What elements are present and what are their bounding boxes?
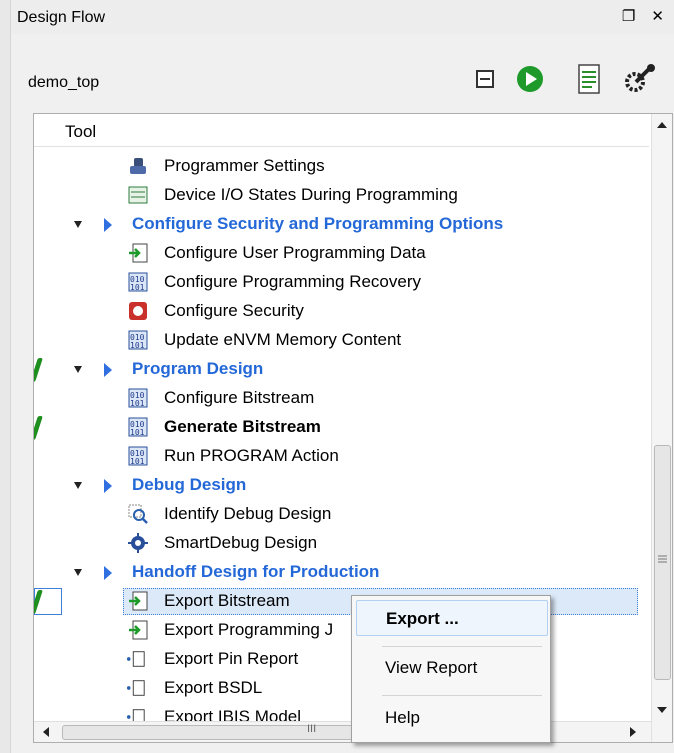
bitstream-icon: 010101	[128, 272, 148, 292]
tree-row[interactable]: Configure User Programming Data	[34, 239, 649, 268]
tree-row[interactable]: Export Programming J	[34, 616, 649, 645]
svg-text:101: 101	[130, 428, 145, 437]
horizontal-scrollbar[interactable]: III	[34, 721, 651, 742]
svg-text:101: 101	[130, 457, 145, 466]
grip-icon: III	[307, 723, 317, 735]
status-ok-icon	[34, 358, 43, 382]
smartdebug-icon	[128, 533, 148, 553]
collapse-arrow-icon[interactable]	[74, 569, 82, 576]
collapse-arrow-icon[interactable]	[74, 221, 82, 228]
menu-item-view-report[interactable]: View Report	[356, 650, 546, 684]
user-data-icon	[129, 243, 148, 263]
scroll-left-icon[interactable]	[41, 726, 51, 738]
tree-row[interactable]: SmartDebug Design	[34, 529, 649, 558]
tool-column-header[interactable]: Tool	[65, 122, 96, 142]
bitstream-icon: 010101	[128, 330, 148, 350]
collapse-arrow-icon[interactable]	[74, 366, 82, 373]
tree-section-row[interactable]: Configure Security and Programming Optio…	[34, 210, 649, 239]
file-icon	[126, 651, 145, 667]
tree-row-label: Generate Bitstream	[164, 417, 321, 436]
report-icon[interactable]	[572, 62, 606, 96]
tree-section-row[interactable]: Handoff Design for Production	[34, 558, 649, 587]
run-icon[interactable]	[513, 62, 547, 96]
tree-section-label: Program Design	[132, 359, 264, 378]
tree-row-label: Export Programming J	[164, 620, 334, 639]
horizontal-scroll-thumb[interactable]: III	[62, 723, 368, 740]
export-icon	[129, 620, 148, 640]
tree-row-label: Identify Debug Design	[164, 504, 332, 523]
bitstream-icon: 010101	[128, 388, 148, 408]
tree-row[interactable]: 010 101 Run PROGRAM Action	[34, 442, 649, 471]
menu-item-help[interactable]: Help	[356, 700, 546, 734]
svg-text:101: 101	[130, 283, 145, 292]
tree-row-selected[interactable]: Export Bitstream	[34, 587, 649, 616]
tree-row[interactable]: Export BSDL	[34, 674, 649, 703]
scroll-right-icon[interactable]	[628, 726, 638, 738]
tree-row-label: Run PROGRAM Action	[164, 446, 339, 465]
vertical-scroll-thumb[interactable]	[654, 445, 671, 680]
tree-row[interactable]: 010 101 Update eNVM Memory Content	[34, 326, 649, 355]
menu-item-label: Help	[385, 708, 420, 727]
project-name: demo_top	[28, 74, 100, 91]
scroll-up-icon[interactable]	[656, 120, 668, 130]
security-icon	[129, 302, 147, 320]
tree-row[interactable]: 010 101 Configure Bitstream	[34, 384, 649, 413]
bitstream-icon: 010101	[128, 417, 148, 437]
tree-row-label: SmartDebug Design	[164, 533, 318, 552]
tree-row-label: Configure Bitstream	[164, 388, 315, 407]
grip-icon	[658, 555, 667, 563]
tree-section-label: Configure Security and Programming Optio…	[132, 214, 504, 233]
tree-row-label: Configure Programming Recovery	[164, 272, 421, 291]
menu-separator	[382, 646, 542, 647]
tree-row[interactable]: 010 101 Generate Bitstream	[34, 413, 649, 442]
export-icon	[129, 591, 148, 611]
tree-row[interactable]: Export Pin Report	[34, 645, 649, 674]
float-close-buttons[interactable]: ❐ ✕	[622, 7, 670, 25]
tree-row-label: Device I/O States During Programming	[164, 185, 458, 204]
status-ok-icon	[34, 416, 43, 440]
tree-row-label: Configure User Programming Data	[164, 243, 426, 262]
bitstream-icon: 010101	[128, 446, 148, 466]
svg-text:101: 101	[130, 399, 145, 408]
identify-icon	[128, 504, 148, 524]
context-menu: Export ... View Report Help	[351, 595, 551, 743]
run-section-icon[interactable]	[104, 218, 112, 232]
tree-section-row[interactable]: Debug Design	[34, 471, 649, 500]
tree-row[interactable]: Configure Security	[34, 297, 649, 326]
menu-item-label: View Report	[385, 658, 478, 677]
options-wrench-icon[interactable]	[622, 62, 656, 96]
tree-section-label: Debug Design	[132, 475, 247, 494]
tree-row-label: Programmer Settings	[164, 156, 325, 175]
collapse-arrow-icon[interactable]	[74, 482, 82, 489]
tree-row-label: Configure Security	[164, 301, 304, 320]
file-icon	[126, 680, 145, 696]
panel-titlebar	[11, 0, 674, 34]
left-dock-strip	[0, 0, 11, 753]
run-section-icon[interactable]	[104, 566, 112, 580]
collapse-all-icon[interactable]	[468, 62, 502, 96]
tree-section-row[interactable]: Program Design	[34, 355, 649, 384]
menu-separator	[382, 695, 542, 696]
io-states-icon	[128, 186, 148, 204]
vertical-scrollbar[interactable]	[651, 114, 672, 742]
menu-item-export[interactable]: Export ...	[356, 600, 548, 636]
tree-row[interactable]: 010 101 Configure Programming Recovery	[34, 268, 649, 297]
scroll-down-icon[interactable]	[656, 705, 668, 715]
tree-row[interactable]: Programmer Settings	[34, 152, 649, 181]
tree-row-label: Update eNVM Memory Content	[164, 330, 402, 349]
tree-row[interactable]: Device I/O States During Programming	[34, 181, 649, 210]
tree-row-label: Export Pin Report	[164, 649, 299, 668]
tree-row-label: Export BSDL	[164, 678, 263, 697]
tree-section-label: Handoff Design for Production	[132, 562, 380, 581]
panel-title: Design Flow	[17, 9, 106, 26]
run-section-icon[interactable]	[104, 363, 112, 377]
programmer-icon	[130, 158, 146, 174]
menu-item-label: Export ...	[386, 609, 459, 628]
tree-row[interactable]: Identify Debug Design	[34, 500, 649, 529]
run-section-icon[interactable]	[104, 479, 112, 493]
tree-row-label: Export Bitstream	[164, 591, 290, 610]
tree-header: Tool	[34, 114, 649, 147]
svg-text:101: 101	[130, 341, 145, 350]
